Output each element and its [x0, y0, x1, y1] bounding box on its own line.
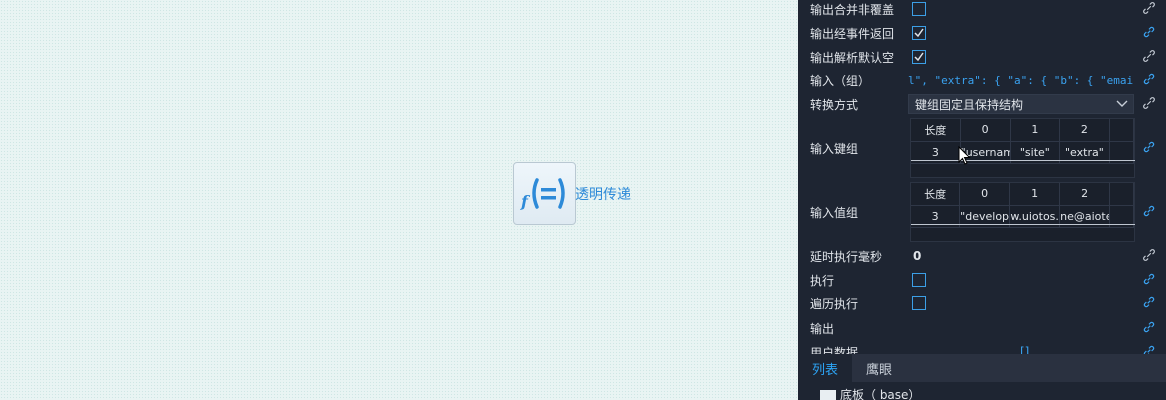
- row-output: 输出: [798, 316, 1166, 340]
- grid-cell: 2: [1059, 183, 1111, 206]
- row-label: 输入键组: [810, 141, 859, 156]
- grid-cell: [1109, 183, 1134, 206]
- link-icon[interactable]: [1142, 72, 1158, 88]
- row-label: 转换方式: [810, 97, 859, 112]
- row-output-merge: 输出合并非覆盖: [798, 0, 1166, 21]
- convert-mode-value: 键组固定且保持结构: [915, 97, 1024, 112]
- grid-cell: 2: [1059, 119, 1110, 142]
- chevron-down-icon: [1115, 98, 1129, 113]
- event-return-checkbox[interactable]: [912, 26, 926, 40]
- link-icon[interactable]: [1142, 295, 1158, 311]
- row-label: 输出经事件返回: [810, 26, 895, 41]
- row-label: 延时执行毫秒: [810, 249, 883, 264]
- row-label: 输入（组）: [810, 73, 871, 88]
- grid-cell: 1: [1009, 183, 1061, 206]
- link-icon[interactable]: [1142, 272, 1158, 288]
- grid-cell: 0: [960, 119, 1011, 142]
- input-keys-grid[interactable]: 长度 0 1 2 3 "username "site" "extra": [910, 118, 1135, 178]
- tree-item-label: 底板（ base）: [840, 388, 921, 400]
- grid-cell: [1109, 119, 1135, 142]
- merge-checkbox[interactable]: [912, 2, 926, 16]
- grid-divider: [911, 224, 1135, 225]
- unlink-icon[interactable]: [1142, 96, 1158, 112]
- input-values-grid[interactable]: 长度 0 1 2 3 "develop" w.uiotos. ne@aiote: [910, 182, 1135, 242]
- row-label: 输出解析默认空: [810, 50, 895, 65]
- delay-value[interactable]: 0: [913, 249, 921, 263]
- function-equal-icon: f: [520, 177, 565, 211]
- unlink-icon[interactable]: [1142, 1, 1158, 17]
- row-event-return: 输出经事件返回: [798, 21, 1166, 45]
- tree-item-base[interactable]: 底板（ base）: [820, 386, 920, 400]
- function-node[interactable]: f 透明传递: [513, 162, 631, 225]
- unlink-icon[interactable]: [1142, 248, 1158, 264]
- row-label: 输出合并非覆盖: [810, 2, 895, 17]
- grid-header-row: 长度 0 1 2: [911, 183, 1134, 206]
- execute-checkbox[interactable]: [912, 273, 926, 287]
- link-icon[interactable]: [1142, 204, 1158, 220]
- row-convert-mode: 转换方式 键组固定且保持结构: [798, 92, 1166, 116]
- unlink-icon[interactable]: [1142, 49, 1158, 65]
- link-icon[interactable]: [1142, 25, 1158, 41]
- row-execute: 执行: [798, 268, 1166, 292]
- row-parse-default: 输出解析默认空: [798, 45, 1166, 69]
- node-icon-box[interactable]: f: [513, 162, 576, 225]
- row-label: 遍历执行: [810, 296, 859, 311]
- link-icon[interactable]: [1142, 140, 1158, 156]
- row-label: 输入值组: [810, 205, 859, 220]
- tab-eagle-eye[interactable]: 鹰眼: [852, 354, 906, 382]
- row-input-group: 输入（组） l", "extra": { "a": { "b": { "emai…: [798, 68, 1166, 92]
- node-label: 透明传递: [575, 186, 631, 203]
- row-iterate: 遍历执行: [798, 291, 1166, 315]
- tab-list[interactable]: 列表: [798, 354, 853, 382]
- row-delay: 延时执行毫秒 0: [798, 244, 1166, 268]
- parse-default-checkbox[interactable]: [912, 50, 926, 64]
- input-group-field[interactable]: l", "extra": { "a": { "b": { "email": [908, 74, 1134, 87]
- grid-cell: 长度: [911, 119, 961, 142]
- grid-header-row: 长度 0 1 2: [911, 119, 1135, 142]
- convert-mode-select[interactable]: 键组固定且保持结构: [908, 94, 1134, 114]
- grid-cell: 1: [1010, 119, 1061, 142]
- grid-cell: 长度: [911, 183, 961, 206]
- property-panel: 输出合并非覆盖 输出经事件返回 输出解析默认空 输入（组） l", "extra…: [798, 0, 1166, 400]
- svg-text:f: f: [520, 192, 531, 211]
- layer-icon: [820, 389, 836, 400]
- grid-cell: 0: [959, 183, 1011, 206]
- row-label: 输出: [810, 321, 835, 336]
- row-label: 执行: [810, 273, 835, 288]
- bottom-tabs: 列表 鹰眼: [798, 354, 1166, 382]
- grid-divider: [911, 160, 1135, 161]
- link-icon[interactable]: [1142, 320, 1158, 336]
- mouse-cursor-icon: [958, 146, 971, 165]
- iterate-checkbox[interactable]: [912, 296, 926, 310]
